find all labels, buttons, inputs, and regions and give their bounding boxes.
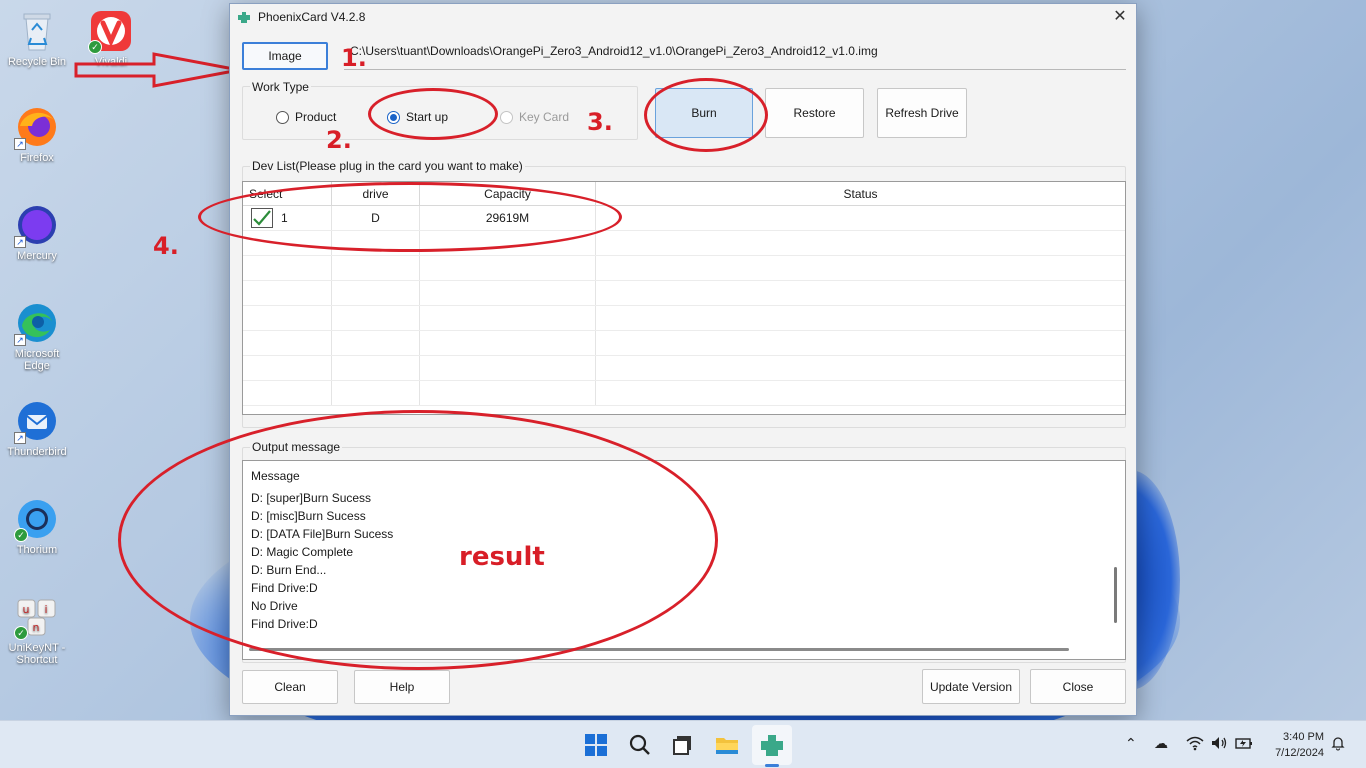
phoenixcard-app-icon	[238, 12, 250, 23]
radio-product[interactable]: Product	[276, 110, 336, 124]
annotation-circle-start-up	[368, 88, 498, 140]
desktop-icon-label: Thorium	[16, 544, 58, 556]
desktop-icon-label: Mercury	[17, 250, 57, 262]
annotation-circle-device-row	[198, 182, 622, 252]
chevron-up-icon[interactable]: ⌃	[1125, 735, 1137, 752]
onedrive-cloud-icon[interactable]: ☁	[1154, 735, 1168, 752]
desktop-icon-label: Microsoft Edge	[14, 348, 60, 372]
image-path-field[interactable]: C:\Users\tuant\Downloads\OrangePi_Zero3_…	[344, 40, 1126, 70]
window-close-icon[interactable]: ✕	[1104, 4, 1136, 30]
annotation-step-2: 2.	[326, 126, 352, 154]
table-row-empty	[243, 281, 1125, 306]
annotation-circle-burn	[644, 78, 768, 152]
desktop-icon-label: Thunderbird	[7, 446, 67, 458]
radio-product-circle[interactable]	[276, 110, 289, 124]
table-row-empty	[243, 256, 1125, 281]
clean-button[interactable]: Clean	[242, 670, 338, 704]
volume-icon[interactable]	[1210, 735, 1228, 754]
vertical-scrollbar[interactable]	[1114, 567, 1117, 623]
radio-product-label: Product	[295, 110, 337, 124]
vivaldi-icon: ✓	[88, 8, 134, 54]
status-cell	[596, 206, 1125, 230]
title-bar[interactable]: PhoenixCard V4.2.8 ✕	[230, 4, 1136, 30]
desktop-icon-label: Firefox	[20, 152, 54, 164]
desktop-icon-thorium[interactable]: ✓ Thorium	[2, 496, 72, 556]
svg-text:u: u	[23, 603, 30, 616]
mercury-icon: ↗	[14, 202, 60, 248]
sync-check-icon: ✓	[14, 528, 28, 542]
annotation-step-4: 4.	[153, 232, 179, 260]
svg-text:i: i	[44, 603, 47, 616]
desktop-icon-mercury[interactable]: ↗ Mercury	[2, 202, 72, 262]
recycle-bin-icon	[14, 8, 60, 54]
file-explorer-icon[interactable]	[713, 731, 741, 759]
shortcut-arrow-icon: ↗	[14, 236, 26, 248]
radio-key-card-circle	[500, 110, 513, 124]
annotation-circle-output	[118, 410, 718, 670]
wifi-icon[interactable]	[1186, 735, 1204, 754]
work-type-label: Work Type	[250, 80, 311, 94]
thunderbird-icon: ↗	[14, 398, 60, 444]
table-row-empty	[243, 381, 1125, 406]
radio-key-card: Key Card	[500, 110, 569, 124]
notification-bell-icon[interactable]	[1330, 735, 1346, 754]
thorium-icon: ✓	[14, 496, 60, 542]
help-button[interactable]: Help	[354, 670, 450, 704]
shortcut-arrow-icon: ↗	[14, 138, 26, 150]
phoenixcard-icon[interactable]	[758, 731, 786, 759]
svg-text:n: n	[33, 621, 40, 634]
image-button[interactable]: Image	[242, 42, 328, 70]
dev-list-label: Dev List(Please plug in the card you wan…	[250, 159, 525, 173]
update-version-button[interactable]: Update Version	[922, 669, 1020, 704]
refresh-drive-button[interactable]: Refresh Drive	[877, 88, 967, 138]
radio-key-card-label: Key Card	[519, 110, 570, 124]
unikey-icon: u i n ✓	[14, 594, 60, 640]
firefox-icon: ↗	[14, 104, 60, 150]
table-row-empty	[243, 331, 1125, 356]
battery-icon[interactable]	[1234, 735, 1254, 754]
column-header-status[interactable]: Status	[596, 182, 1125, 205]
search-icon[interactable]	[626, 731, 654, 759]
desktop-icon-edge[interactable]: ↗ Microsoft Edge	[2, 300, 72, 372]
desktop-icon-recycle-bin[interactable]: Recycle Bin	[2, 8, 72, 68]
desktop-icon-label: UniKeyNT - Shortcut	[8, 642, 66, 666]
restore-button[interactable]: Restore	[765, 88, 864, 138]
desktop-icon-unikey[interactable]: u i n ✓ UniKeyNT - Shortcut	[2, 594, 72, 666]
close-button[interactable]: Close	[1030, 669, 1126, 704]
desktop-icon-thunderbird[interactable]: ↗ Thunderbird	[2, 398, 72, 458]
task-view-icon[interactable]	[669, 731, 697, 759]
clock-date: 7/12/2024	[1275, 747, 1324, 759]
edge-icon: ↗	[14, 300, 60, 346]
shortcut-arrow-icon: ↗	[14, 334, 26, 346]
annotation-step-3: 3.	[587, 108, 613, 136]
desktop-icon-firefox[interactable]: ↗ Firefox	[2, 104, 72, 164]
clock-time: 3:40 PM	[1283, 731, 1324, 743]
running-indicator	[765, 764, 779, 767]
clock[interactable]: 3:40 PM 7/12/2024	[1275, 729, 1324, 761]
desktop-icon-label: Recycle Bin	[7, 56, 67, 68]
table-row-empty	[243, 356, 1125, 381]
sync-check-icon: ✓	[14, 626, 28, 640]
windows-start-icon[interactable]	[582, 731, 610, 759]
annotation-arrow	[74, 52, 240, 88]
window-title: PhoenixCard V4.2.8	[258, 10, 366, 24]
table-row-empty	[243, 306, 1125, 331]
taskbar: ⌃ ☁ 3:40 PM 7/12/2024	[0, 720, 1366, 768]
shortcut-arrow-icon: ↗	[14, 432, 26, 444]
annotation-step-1: 1.	[341, 44, 367, 72]
